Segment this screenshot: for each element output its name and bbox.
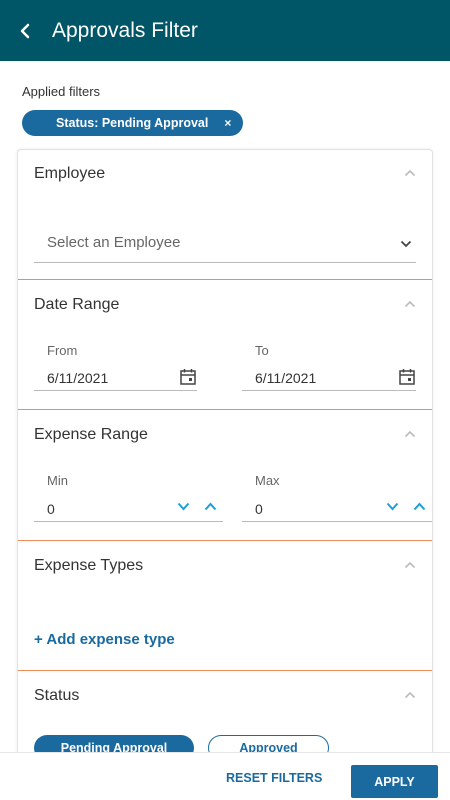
min-stepper — [177, 502, 217, 511]
max-expense-value: 0 — [255, 500, 263, 517]
min-expense-value: 0 — [47, 500, 55, 517]
from-date-value: 6/11/2021 — [47, 369, 109, 386]
section-divider — [18, 670, 432, 671]
section-divider — [18, 409, 432, 410]
reset-filters-button[interactable]: RESET FILTERS — [226, 771, 322, 785]
max-stepper — [386, 502, 426, 511]
min-expense-input[interactable]: 0 — [34, 496, 223, 522]
date-range-section-title: Date Range — [34, 296, 120, 313]
increment-icon[interactable] — [413, 502, 426, 511]
back-button[interactable] — [0, 0, 50, 61]
remove-filter-icon[interactable]: × — [224, 116, 231, 130]
collapse-expense-range-icon[interactable] — [404, 430, 416, 438]
applied-filters-label: Applied filters — [22, 84, 101, 99]
employee-select-placeholder: Select an Employee — [47, 234, 181, 251]
add-expense-type-link[interactable]: + Add expense type — [34, 631, 175, 648]
collapse-status-icon[interactable] — [404, 691, 416, 699]
min-label: Min — [47, 473, 68, 488]
collapse-date-range-icon[interactable] — [404, 300, 416, 308]
collapse-expense-types-icon[interactable] — [404, 561, 416, 569]
decrement-icon[interactable] — [386, 502, 399, 511]
footer-bar: RESET FILTERS APPLY — [0, 752, 450, 800]
section-divider — [18, 279, 432, 280]
calendar-icon[interactable] — [179, 368, 197, 386]
decrement-icon[interactable] — [177, 502, 190, 511]
section-divider — [18, 540, 432, 541]
to-date-value: 6/11/2021 — [255, 369, 317, 386]
chevron-down-icon — [400, 240, 412, 248]
collapse-employee-icon[interactable] — [404, 169, 416, 177]
expense-types-section-title: Expense Types — [34, 557, 144, 574]
filter-card: Employee Select an Employee Date Range F… — [17, 149, 433, 769]
expense-range-section-title: Expense Range — [34, 426, 148, 443]
apply-button[interactable]: APPLY — [351, 765, 438, 798]
calendar-icon[interactable] — [398, 368, 416, 386]
page-title: Approvals Filter — [52, 18, 198, 42]
max-expense-input[interactable]: 0 — [242, 496, 432, 522]
max-label: Max — [255, 473, 280, 488]
to-date-input[interactable]: 6/11/2021 — [242, 365, 416, 391]
applied-filter-chip: Status: Pending Approval × — [22, 110, 244, 136]
app-header: Approvals Filter — [0, 0, 450, 61]
from-date-input[interactable]: 6/11/2021 — [34, 365, 197, 391]
increment-icon[interactable] — [204, 502, 217, 511]
from-label: From — [47, 343, 78, 358]
status-section-title: Status — [34, 687, 80, 704]
to-label: To — [255, 343, 269, 358]
employee-select[interactable]: Select an Employee — [34, 223, 416, 263]
chevron-left-icon — [20, 23, 30, 38]
employee-section-title: Employee — [34, 165, 106, 182]
applied-filter-chip-label: Status: Pending Approval — [56, 116, 209, 130]
